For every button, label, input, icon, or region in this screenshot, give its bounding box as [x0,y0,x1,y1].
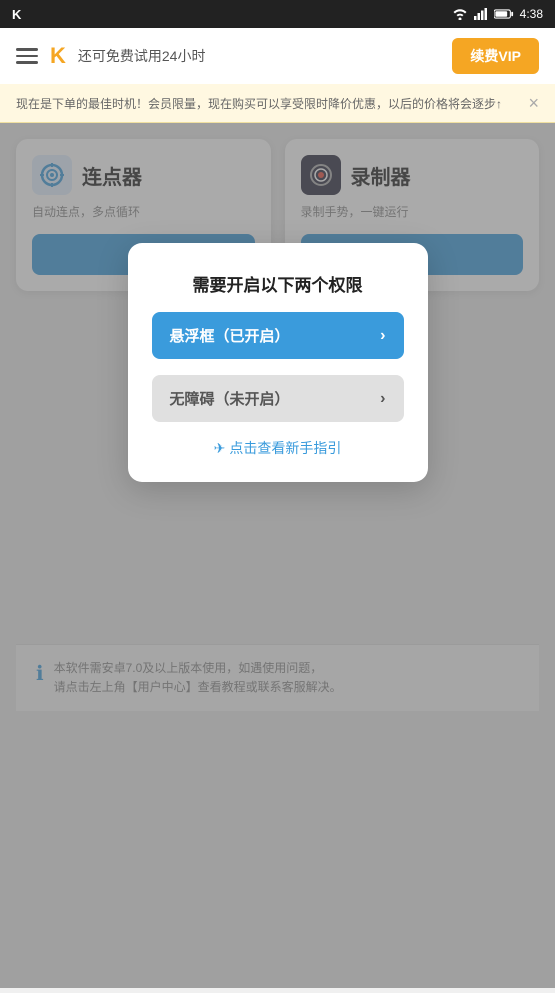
permission-overlay: 需要开启以下两个权限 悬浮框（已开启） › 无障碍（未开启） › ✈ 点击查看新… [0,123,555,988]
logo: K [50,43,66,69]
main-content: 连点器 自动连点，多点循环 启动 录制器 录制手势，一键运行 启动 [0,123,555,988]
top-nav: K 还可免费试用24小时 续费VIP [0,28,555,84]
status-bar-right: 4:38 [452,7,543,21]
time-display: 4:38 [520,7,543,21]
guide-link-icon: ✈ [214,440,226,457]
guide-link-text: 点击查看新手指引 [229,438,341,458]
banner-close-button[interactable]: × [528,94,539,112]
accessibility-permission-btn[interactable]: 无障碍（未开启） › [152,375,404,422]
banner-text: 现在是下单的最佳时机！会员限量，现在购买可以享受限时降价优惠，以后的价格将会逐步… [16,95,528,112]
permission1-arrow: › [380,327,385,345]
permission-dialog: 需要开启以下两个权限 悬浮框（已开启） › 无障碍（未开启） › ✈ 点击查看新… [128,243,428,482]
vip-button[interactable]: 续费VIP [452,38,539,74]
wifi-icon [452,8,468,20]
top-nav-left: K 还可免费试用24小时 [16,43,205,69]
status-bar: K 4:38 [0,0,555,28]
signal-icon [474,8,488,20]
permission2-label: 无障碍（未开启） [170,388,290,409]
trial-text: 还可免费试用24小时 [78,46,206,66]
permission2-arrow: › [380,390,385,408]
menu-button[interactable] [16,48,38,64]
status-bar-left: K [12,7,21,22]
dialog-title: 需要开启以下两个权限 [193,271,363,296]
guide-link[interactable]: ✈ 点击查看新手指引 [214,438,342,458]
overlay-permission-btn[interactable]: 悬浮框（已开启） › [152,312,404,359]
banner: 现在是下单的最佳时机！会员限量，现在购买可以享受限时降价优惠，以后的价格将会逐步… [0,84,555,123]
battery-icon [494,8,514,20]
permission1-label: 悬浮框（已开启） [170,325,290,346]
app-icon: K [12,7,21,22]
